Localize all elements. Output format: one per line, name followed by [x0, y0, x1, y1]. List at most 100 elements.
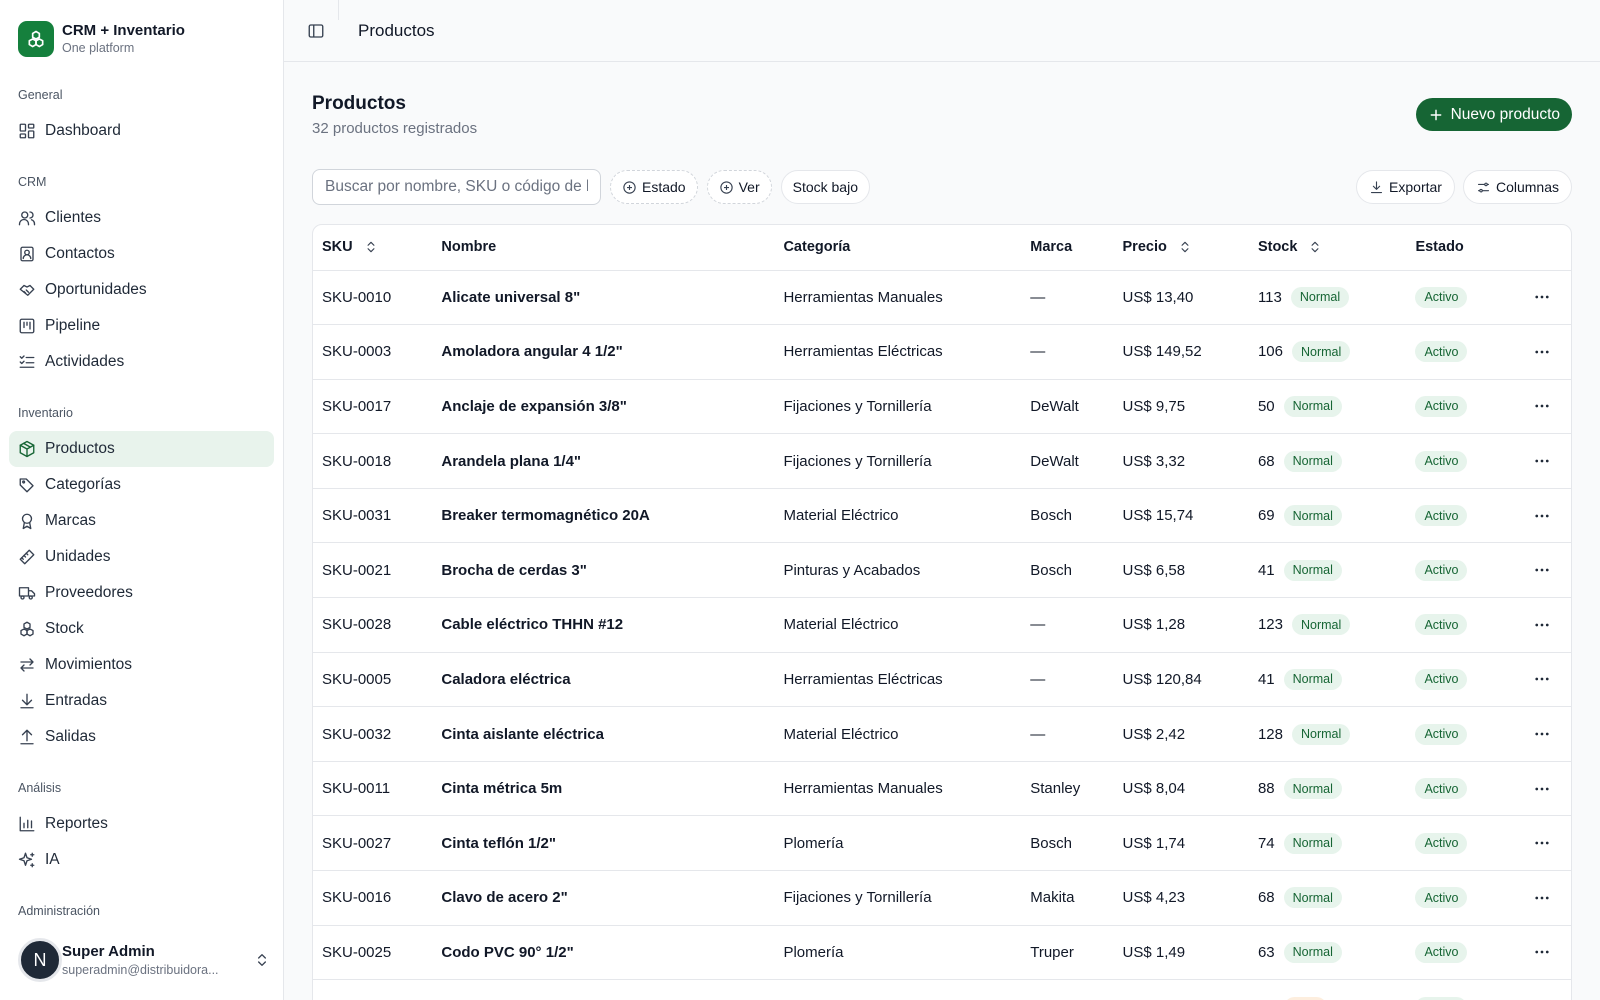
- table-row[interactable]: SKU-0021 Brocha de cerdas 3" Pinturas y …: [313, 542, 1571, 599]
- plus-icon: [1430, 109, 1441, 120]
- table-row[interactable]: SKU-0005 Caladora eléctrica Herramientas…: [313, 652, 1571, 708]
- table-row[interactable]: SKU-0003 Amoladora angular 4 1/2" Herram…: [313, 324, 1571, 380]
- sidebar-item-label: Reportes: [45, 815, 108, 832]
- sidebar-item-dashboard[interactable]: Dashboard: [9, 113, 274, 149]
- row-actions-button[interactable]: [1530, 613, 1554, 637]
- filter-stock-bajo-button[interactable]: Stock bajo: [780, 170, 870, 204]
- col-sku-header[interactable]: SKU: [313, 225, 433, 271]
- row-actions-button[interactable]: [1530, 449, 1554, 473]
- cell-marca: Truper: [1021, 925, 1114, 981]
- col-stock-header[interactable]: Stock: [1248, 225, 1407, 271]
- sparkles-icon: [18, 851, 36, 869]
- cell-precio: US$ 149,52: [1113, 324, 1249, 380]
- cell-nombre: Clavo de acero 2": [432, 870, 775, 926]
- main-content: Productos Productos 32 productos registr…: [284, 0, 1600, 1000]
- table-row[interactable]: SKU-0025 Codo PVC 90° 1/2" Plomería Trup…: [313, 925, 1571, 981]
- row-actions-button[interactable]: [1530, 340, 1554, 364]
- nav-section-crm: CRM Clientes Contactos Oportunidades Pip…: [0, 174, 283, 380]
- sidebar-item-productos[interactable]: Productos: [9, 431, 274, 467]
- columns-button[interactable]: Columnas: [1462, 170, 1572, 204]
- cell-sku: SKU-0032: [313, 706, 433, 762]
- col-nombre-header: Nombre: [432, 225, 775, 271]
- cell-marca: —: [1021, 270, 1114, 326]
- sidebar-toggle-button[interactable]: [305, 20, 327, 42]
- table-row[interactable]: SKU-0017 Anclaje de expansión 3/8" Fijac…: [313, 379, 1571, 435]
- sidebar-item-actividades[interactable]: Actividades: [9, 344, 274, 380]
- cell-sku: SKU-0029: [313, 979, 433, 1000]
- sidebar-item-clientes[interactable]: Clientes: [9, 200, 274, 236]
- row-actions-button[interactable]: [1530, 504, 1554, 528]
- table-row[interactable]: SKU-0031 Breaker termomagnético 20A Mate…: [313, 488, 1571, 544]
- table-row[interactable]: SKU-0029 Interruptor sencillo Material E…: [313, 979, 1571, 1000]
- row-actions-button[interactable]: [1530, 394, 1554, 418]
- filter-estado-label: Estado: [642, 179, 686, 195]
- cell-stock: 69 Normal: [1248, 488, 1407, 544]
- cell-sku: SKU-0018: [313, 433, 433, 489]
- nav-section-analisis: Análisis Reportes IA: [0, 780, 283, 878]
- cell-stock: 41 Normal: [1248, 542, 1407, 599]
- sidebar-item-pipeline[interactable]: Pipeline: [9, 308, 274, 344]
- sidebar-item-categorias[interactable]: Categorías: [9, 467, 274, 503]
- user-menu[interactable]: N Super Admin superadmin@distribuidora..…: [18, 935, 270, 985]
- more-horizontal-icon: [1535, 678, 1549, 681]
- filter-estado-button[interactable]: Estado: [610, 170, 698, 204]
- sidebar-item-contactos[interactable]: Contactos: [9, 236, 274, 272]
- sidebar-item-label: Pipeline: [45, 317, 101, 334]
- sidebar-item-marcas[interactable]: Marcas: [9, 503, 274, 539]
- sidebar-item-oportunidades[interactable]: Oportunidades: [9, 272, 274, 308]
- sidebar-item-salidas[interactable]: Salidas: [9, 719, 274, 755]
- row-actions-button[interactable]: [1530, 995, 1554, 1000]
- filter-ver-button[interactable]: Ver: [706, 170, 772, 204]
- page-title: Productos: [312, 93, 406, 114]
- sidebar-item-entradas[interactable]: Entradas: [9, 683, 274, 719]
- export-label: Exportar: [1389, 179, 1442, 195]
- table-row[interactable]: SKU-0016 Clavo de acero 2" Fijaciones y …: [313, 870, 1571, 926]
- cell-precio: US$ 1,74: [1113, 815, 1249, 872]
- sidebar-item-reportes[interactable]: Reportes: [9, 806, 274, 842]
- sort-icon: [1311, 242, 1319, 253]
- cell-precio: US$ 8,04: [1113, 761, 1249, 817]
- cell-categoria: Herramientas Eléctricas: [774, 324, 1022, 380]
- row-actions-button[interactable]: [1530, 940, 1554, 964]
- cell-categoria: Plomería: [774, 815, 1022, 872]
- cell-categoria: Fijaciones y Tornillería: [774, 870, 1022, 926]
- sidebar-item-ia[interactable]: IA: [9, 842, 274, 878]
- table-row[interactable]: SKU-0027 Cinta teflón 1/2" Plomería Bosc…: [313, 815, 1571, 872]
- table-row[interactable]: SKU-0010 Alicate universal 8" Herramient…: [313, 270, 1571, 326]
- search-input[interactable]: [312, 169, 601, 205]
- stock-level-badge: Normal: [1283, 505, 1342, 527]
- sidebar-item-stock[interactable]: Stock: [9, 611, 274, 647]
- row-actions-button[interactable]: [1530, 558, 1554, 582]
- sidebar-item-movimientos[interactable]: Movimientos: [9, 647, 274, 683]
- cell-marca: DeWalt: [1021, 379, 1114, 435]
- cell-precio: US$ 6,58: [1113, 542, 1249, 599]
- sidebar-item-unidades[interactable]: Unidades: [9, 539, 274, 575]
- stock-value: 41: [1257, 670, 1275, 688]
- table-row[interactable]: SKU-0028 Cable eléctrico THHN #12 Materi…: [313, 597, 1571, 653]
- brand[interactable]: CRM + Inventario One platform: [0, 0, 283, 60]
- row-actions-button[interactable]: [1530, 831, 1554, 855]
- row-actions-button[interactable]: [1530, 285, 1554, 309]
- row-actions-button[interactable]: [1530, 722, 1554, 746]
- row-actions-button[interactable]: [1530, 777, 1554, 801]
- col-precio-header[interactable]: Precio: [1113, 225, 1249, 271]
- row-actions-button[interactable]: [1530, 667, 1554, 691]
- page-subtitle: 32 productos registrados: [312, 120, 478, 137]
- sidebar-item-proveedores[interactable]: Proveedores: [9, 575, 274, 611]
- nav-section-inventario: Inventario Productos Categorías Marcas U…: [0, 405, 283, 755]
- cell-precio: US$ 2,42: [1113, 706, 1249, 762]
- nav-section-administracion: Administración: [0, 903, 283, 919]
- more-horizontal-icon: [1535, 350, 1549, 354]
- export-button[interactable]: Exportar: [1356, 170, 1455, 204]
- cell-nombre: Interruptor sencillo: [432, 979, 775, 1000]
- cell-nombre: Breaker termomagnético 20A: [432, 488, 775, 544]
- status-badge: Activo: [1415, 832, 1468, 854]
- settings-sliders-icon: [1477, 182, 1490, 192]
- cell-stock: 68 Normal: [1248, 870, 1407, 926]
- table-row[interactable]: SKU-0011 Cinta métrica 5m Herramientas M…: [313, 761, 1571, 817]
- new-product-button[interactable]: Nuevo producto: [1415, 98, 1572, 131]
- more-horizontal-icon: [1535, 787, 1549, 790]
- table-row[interactable]: SKU-0018 Arandela plana 1/4" Fijaciones …: [313, 433, 1571, 489]
- row-actions-button[interactable]: [1530, 886, 1554, 910]
- table-row[interactable]: SKU-0032 Cinta aislante eléctrica Materi…: [313, 706, 1571, 762]
